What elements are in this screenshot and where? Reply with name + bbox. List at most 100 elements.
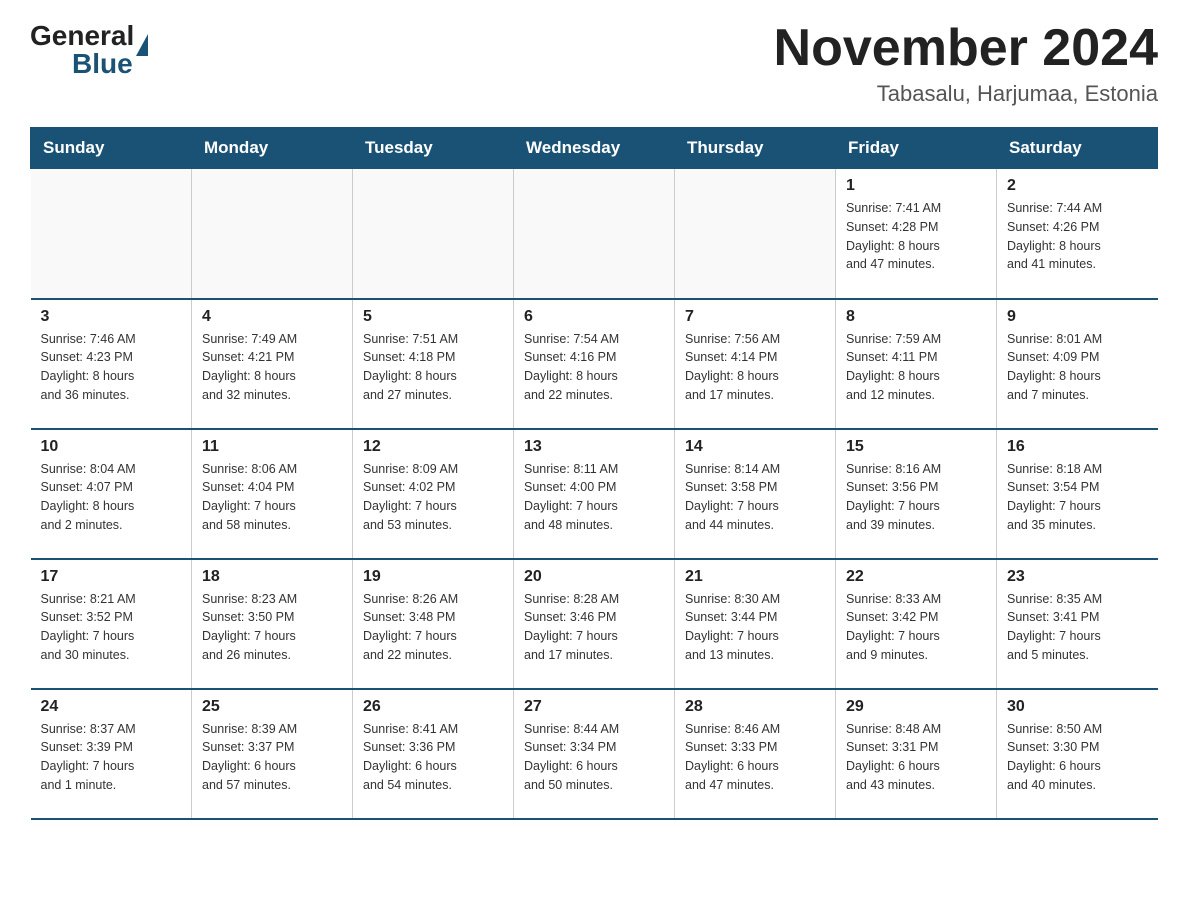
day-info: Sunrise: 7:51 AM Sunset: 4:18 PM Dayligh… xyxy=(363,330,503,405)
day-number: 20 xyxy=(524,568,664,586)
calendar-cell xyxy=(192,169,353,299)
day-number: 13 xyxy=(524,438,664,456)
day-info: Sunrise: 7:41 AM Sunset: 4:28 PM Dayligh… xyxy=(846,199,986,274)
calendar-cell xyxy=(353,169,514,299)
calendar-cell: 28 Sunrise: 8:46 AM Sunset: 3:33 PM Dayli… xyxy=(675,689,836,819)
calendar-week-row: 1 Sunrise: 7:41 AM Sunset: 4:28 PM Daylig… xyxy=(31,169,1158,299)
calendar-week-row: 3 Sunrise: 7:46 AM Sunset: 4:23 PM Daylig… xyxy=(31,299,1158,429)
logo: General Blue xyxy=(30,20,148,80)
calendar-subtitle: Tabasalu, Harjumaa, Estonia xyxy=(774,81,1158,107)
day-number: 14 xyxy=(685,438,825,456)
calendar-cell: 15 Sunrise: 8:16 AM Sunset: 3:56 PM Dayli… xyxy=(836,429,997,559)
day-info: Sunrise: 8:48 AM Sunset: 3:31 PM Dayligh… xyxy=(846,720,986,795)
calendar-cell: 4 Sunrise: 7:49 AM Sunset: 4:21 PM Daylig… xyxy=(192,299,353,429)
calendar-cell: 25 Sunrise: 8:39 AM Sunset: 3:37 PM Dayli… xyxy=(192,689,353,819)
day-info: Sunrise: 7:54 AM Sunset: 4:16 PM Dayligh… xyxy=(524,330,664,405)
day-info: Sunrise: 7:59 AM Sunset: 4:11 PM Dayligh… xyxy=(846,330,986,405)
day-info: Sunrise: 7:56 AM Sunset: 4:14 PM Dayligh… xyxy=(685,330,825,405)
day-info: Sunrise: 8:28 AM Sunset: 3:46 PM Dayligh… xyxy=(524,590,664,665)
day-info: Sunrise: 8:09 AM Sunset: 4:02 PM Dayligh… xyxy=(363,460,503,535)
calendar-cell: 18 Sunrise: 8:23 AM Sunset: 3:50 PM Dayli… xyxy=(192,559,353,689)
calendar-cell: 17 Sunrise: 8:21 AM Sunset: 3:52 PM Dayli… xyxy=(31,559,192,689)
day-number: 18 xyxy=(202,568,342,586)
day-info: Sunrise: 8:16 AM Sunset: 3:56 PM Dayligh… xyxy=(846,460,986,535)
calendar-cell: 7 Sunrise: 7:56 AM Sunset: 4:14 PM Daylig… xyxy=(675,299,836,429)
calendar-cell xyxy=(31,169,192,299)
day-info: Sunrise: 8:04 AM Sunset: 4:07 PM Dayligh… xyxy=(41,460,182,535)
day-number: 19 xyxy=(363,568,503,586)
calendar-header-friday: Friday xyxy=(836,128,997,169)
calendar-header-wednesday: Wednesday xyxy=(514,128,675,169)
day-number: 29 xyxy=(846,698,986,716)
day-number: 17 xyxy=(41,568,182,586)
day-number: 24 xyxy=(41,698,182,716)
day-number: 4 xyxy=(202,308,342,326)
day-number: 5 xyxy=(363,308,503,326)
calendar-header-monday: Monday xyxy=(192,128,353,169)
day-number: 23 xyxy=(1007,568,1148,586)
calendar-table: SundayMondayTuesdayWednesdayThursdayFrid… xyxy=(30,127,1158,820)
calendar-cell: 21 Sunrise: 8:30 AM Sunset: 3:44 PM Dayli… xyxy=(675,559,836,689)
day-number: 7 xyxy=(685,308,825,326)
day-info: Sunrise: 8:26 AM Sunset: 3:48 PM Dayligh… xyxy=(363,590,503,665)
day-info: Sunrise: 8:41 AM Sunset: 3:36 PM Dayligh… xyxy=(363,720,503,795)
day-info: Sunrise: 8:14 AM Sunset: 3:58 PM Dayligh… xyxy=(685,460,825,535)
calendar-cell: 20 Sunrise: 8:28 AM Sunset: 3:46 PM Dayli… xyxy=(514,559,675,689)
calendar-header-thursday: Thursday xyxy=(675,128,836,169)
calendar-cell: 19 Sunrise: 8:26 AM Sunset: 3:48 PM Dayli… xyxy=(353,559,514,689)
calendar-cell: 26 Sunrise: 8:41 AM Sunset: 3:36 PM Dayli… xyxy=(353,689,514,819)
day-info: Sunrise: 8:37 AM Sunset: 3:39 PM Dayligh… xyxy=(41,720,182,795)
calendar-cell: 5 Sunrise: 7:51 AM Sunset: 4:18 PM Daylig… xyxy=(353,299,514,429)
day-info: Sunrise: 7:44 AM Sunset: 4:26 PM Dayligh… xyxy=(1007,199,1148,274)
day-info: Sunrise: 8:23 AM Sunset: 3:50 PM Dayligh… xyxy=(202,590,342,665)
calendar-cell: 29 Sunrise: 8:48 AM Sunset: 3:31 PM Dayli… xyxy=(836,689,997,819)
calendar-cell: 13 Sunrise: 8:11 AM Sunset: 4:00 PM Dayli… xyxy=(514,429,675,559)
day-info: Sunrise: 8:21 AM Sunset: 3:52 PM Dayligh… xyxy=(41,590,182,665)
day-info: Sunrise: 8:11 AM Sunset: 4:00 PM Dayligh… xyxy=(524,460,664,535)
day-info: Sunrise: 8:39 AM Sunset: 3:37 PM Dayligh… xyxy=(202,720,342,795)
calendar-cell: 9 Sunrise: 8:01 AM Sunset: 4:09 PM Daylig… xyxy=(997,299,1158,429)
calendar-cell: 24 Sunrise: 8:37 AM Sunset: 3:39 PM Dayli… xyxy=(31,689,192,819)
day-info: Sunrise: 8:50 AM Sunset: 3:30 PM Dayligh… xyxy=(1007,720,1148,795)
day-number: 22 xyxy=(846,568,986,586)
calendar-cell: 27 Sunrise: 8:44 AM Sunset: 3:34 PM Dayli… xyxy=(514,689,675,819)
day-info: Sunrise: 8:35 AM Sunset: 3:41 PM Dayligh… xyxy=(1007,590,1148,665)
day-number: 6 xyxy=(524,308,664,326)
day-info: Sunrise: 8:30 AM Sunset: 3:44 PM Dayligh… xyxy=(685,590,825,665)
day-number: 8 xyxy=(846,308,986,326)
day-info: Sunrise: 7:49 AM Sunset: 4:21 PM Dayligh… xyxy=(202,330,342,405)
day-info: Sunrise: 8:44 AM Sunset: 3:34 PM Dayligh… xyxy=(524,720,664,795)
day-number: 9 xyxy=(1007,308,1148,326)
calendar-cell: 14 Sunrise: 8:14 AM Sunset: 3:58 PM Dayli… xyxy=(675,429,836,559)
day-number: 26 xyxy=(363,698,503,716)
day-number: 15 xyxy=(846,438,986,456)
logo-blue-text: Blue xyxy=(72,48,133,80)
day-info: Sunrise: 7:46 AM Sunset: 4:23 PM Dayligh… xyxy=(41,330,182,405)
calendar-cell: 6 Sunrise: 7:54 AM Sunset: 4:16 PM Daylig… xyxy=(514,299,675,429)
calendar-cell: 3 Sunrise: 7:46 AM Sunset: 4:23 PM Daylig… xyxy=(31,299,192,429)
calendar-cell: 22Sunrise: 8:33 AM Sunset: 3:42 PM Dayli… xyxy=(836,559,997,689)
day-number: 1 xyxy=(846,177,986,195)
day-number: 2 xyxy=(1007,177,1148,195)
calendar-cell: 12 Sunrise: 8:09 AM Sunset: 4:02 PM Dayli… xyxy=(353,429,514,559)
day-number: 11 xyxy=(202,438,342,456)
day-number: 28 xyxy=(685,698,825,716)
day-number: 27 xyxy=(524,698,664,716)
calendar-cell: 2 Sunrise: 7:44 AM Sunset: 4:26 PM Daylig… xyxy=(997,169,1158,299)
day-number: 21 xyxy=(685,568,825,586)
calendar-cell: 1 Sunrise: 7:41 AM Sunset: 4:28 PM Daylig… xyxy=(836,169,997,299)
calendar-week-row: 17 Sunrise: 8:21 AM Sunset: 3:52 PM Dayli… xyxy=(31,559,1158,689)
day-number: 12 xyxy=(363,438,503,456)
day-number: 30 xyxy=(1007,698,1148,716)
calendar-header-saturday: Saturday xyxy=(997,128,1158,169)
calendar-week-row: 24 Sunrise: 8:37 AM Sunset: 3:39 PM Dayli… xyxy=(31,689,1158,819)
day-info: Sunrise: 8:46 AM Sunset: 3:33 PM Dayligh… xyxy=(685,720,825,795)
calendar-header-tuesday: Tuesday xyxy=(353,128,514,169)
day-number: 3 xyxy=(41,308,182,326)
title-section: November 2024 Tabasalu, Harjumaa, Estoni… xyxy=(774,20,1158,107)
day-info: Sunrise: 8:06 AM Sunset: 4:04 PM Dayligh… xyxy=(202,460,342,535)
day-info: Sunrise: 8:01 AM Sunset: 4:09 PM Dayligh… xyxy=(1007,330,1148,405)
calendar-title: November 2024 xyxy=(774,20,1158,77)
calendar-cell xyxy=(675,169,836,299)
day-number: 25 xyxy=(202,698,342,716)
